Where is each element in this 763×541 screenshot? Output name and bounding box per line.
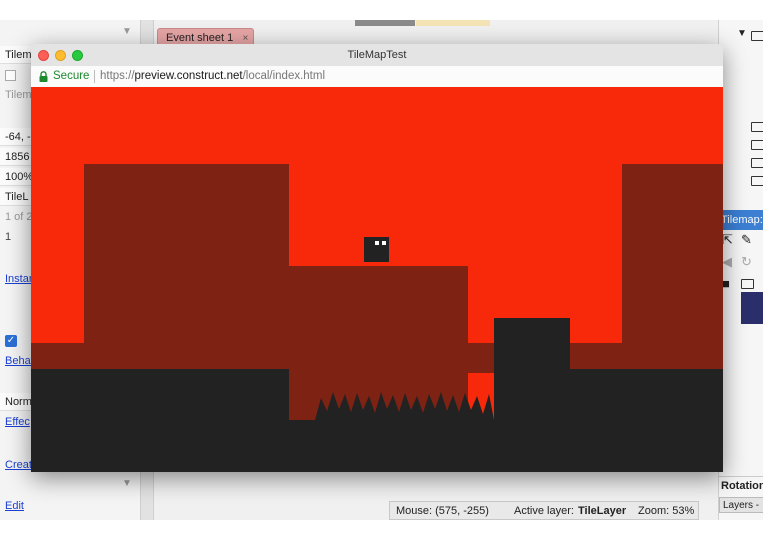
collapse-arrow-icon[interactable]: ▼: [122, 478, 132, 489]
project-panel: ▼ Tilemap: ⇱ ✎ ◀ ↻ ■ Rotation Layers -: [718, 20, 763, 520]
tab-layers[interactable]: Layers -: [719, 497, 763, 513]
mouse-readout: Mouse: (575, -255): [396, 505, 489, 517]
folder-icon[interactable]: [751, 31, 763, 41]
edit-link[interactable]: Edit: [0, 497, 140, 515]
url-scheme: https://: [100, 70, 135, 82]
bg-tile-block: [468, 343, 494, 373]
tilemap-scene: [31, 164, 723, 472]
folder-icon[interactable]: [751, 176, 763, 186]
preview-window: TileMapTest Secure https://preview.const…: [31, 44, 723, 472]
bg-tile-block: [570, 343, 623, 373]
folder-icon[interactable]: [751, 158, 763, 168]
folder-icon[interactable]: [741, 279, 754, 289]
fg-tile-block: [289, 420, 494, 472]
lock-icon: [39, 71, 48, 82]
address-bar[interactable]: Secure https://preview.construct.net/loc…: [31, 66, 723, 88]
enabled-checkbox[interactable]: ✓: [5, 335, 17, 347]
player-sprite: [364, 237, 389, 262]
secure-label: Secure: [53, 70, 90, 82]
bg-tile-block: [84, 164, 289, 374]
pointer-icon[interactable]: ⇱: [722, 232, 733, 248]
address-divider: [94, 70, 95, 83]
tileset-preview[interactable]: [741, 292, 763, 324]
fg-tile-block: [570, 369, 723, 472]
folder-icon[interactable]: [751, 140, 763, 150]
active-layer-value: TileLayer: [578, 505, 627, 517]
rotation-label: Rotation: [719, 476, 763, 494]
window-title: TileMapTest: [347, 49, 407, 61]
pencil-icon[interactable]: ✎: [741, 232, 752, 248]
url-text[interactable]: https://preview.construct.net/local/inde…: [100, 66, 325, 87]
player-eye: [382, 241, 386, 245]
tilemap-bar-header: Tilemap:: [719, 210, 763, 230]
zoom-readout: Zoom: 53%: [638, 505, 695, 517]
expand-arrow-icon[interactable]: ▼: [737, 28, 747, 39]
rotate-icon[interactable]: ↻: [741, 254, 752, 270]
fg-tile-block: [31, 369, 289, 472]
tab-label: Event sheet 1: [166, 32, 234, 44]
folder-icon[interactable]: [751, 122, 763, 132]
collapse-arrow-icon[interactable]: ▼: [122, 26, 132, 37]
bg-tile-block: [622, 164, 723, 374]
save-icon[interactable]: ■: [722, 276, 730, 291]
active-layer-label: Active layer:: [514, 505, 574, 517]
game-canvas[interactable]: [31, 87, 723, 472]
visible-checkbox[interactable]: [5, 70, 16, 81]
player-eye: [375, 241, 379, 245]
flip-icon[interactable]: ◀: [722, 254, 732, 270]
status-bar: Mouse: (575, -255) Active layer: TileLay…: [389, 501, 699, 520]
player-body: [364, 237, 389, 262]
url-path: /local/index.html: [242, 70, 326, 82]
url-host: preview.construct.net: [134, 70, 243, 82]
window-titlebar[interactable]: TileMapTest: [31, 44, 723, 67]
bg-tile-block: [31, 343, 84, 373]
fg-tile-block: [494, 318, 570, 472]
